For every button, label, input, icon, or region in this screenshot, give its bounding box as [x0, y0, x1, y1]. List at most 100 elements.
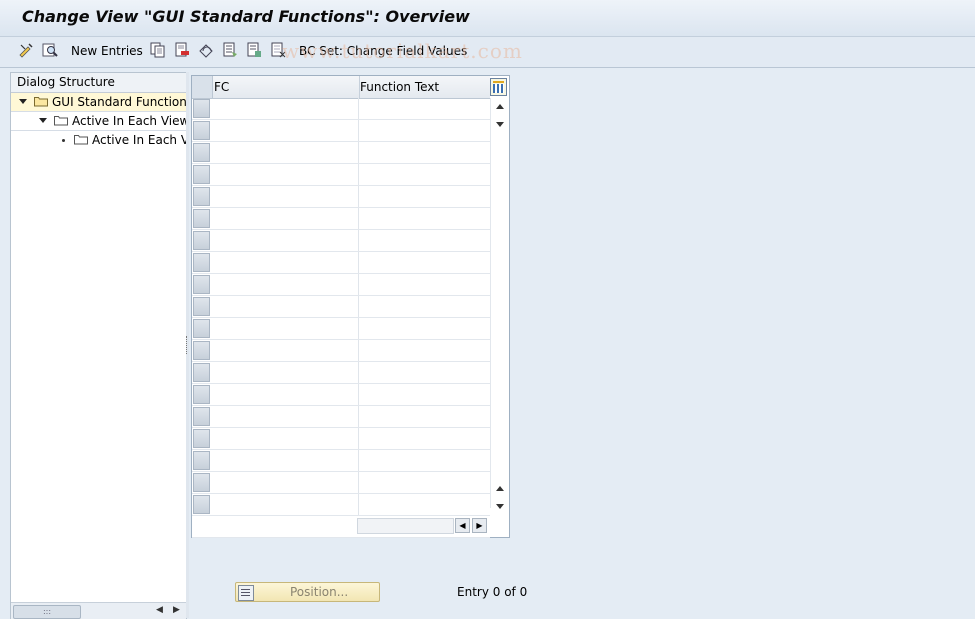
vertical-scrollbar[interactable] — [490, 98, 509, 509]
undo-change-icon[interactable] — [198, 42, 214, 58]
select-all-rows-button[interactable] — [192, 76, 213, 98]
scroll-page-up-icon[interactable] — [496, 486, 504, 491]
table-row — [192, 98, 490, 120]
table-row — [192, 208, 490, 230]
tree-node-active-in-each-view[interactable]: Active In Each View — [11, 111, 186, 131]
cell-function-text[interactable] — [358, 318, 488, 339]
cell-fc[interactable] — [213, 318, 359, 339]
tree-node-gui-standard-functions[interactable]: GUI Standard Functions — [11, 93, 186, 111]
cell-function-text[interactable] — [358, 230, 488, 251]
row-selector[interactable] — [193, 407, 210, 426]
row-selector[interactable] — [193, 473, 210, 492]
row-selector[interactable] — [193, 363, 210, 382]
scroll-right-icon[interactable]: ▶ — [472, 518, 487, 533]
row-selector[interactable] — [193, 275, 210, 294]
row-selector[interactable] — [193, 231, 210, 250]
table-row — [192, 428, 490, 450]
row-selector[interactable] — [193, 341, 210, 360]
cell-function-text[interactable] — [358, 120, 488, 141]
horizontal-scroll-track[interactable] — [357, 518, 454, 534]
select-all-icon[interactable] — [222, 42, 238, 58]
delete-icon[interactable] — [174, 42, 190, 58]
cell-fc[interactable] — [213, 362, 359, 383]
cell-function-text[interactable] — [358, 450, 488, 471]
tree-node-active-in-each-vi[interactable]: Active In Each Vi — [11, 131, 186, 149]
row-selector[interactable] — [193, 187, 210, 206]
expand-triangle-icon[interactable] — [19, 99, 27, 104]
cell-function-text[interactable] — [358, 296, 488, 317]
row-selector[interactable] — [193, 429, 210, 448]
cell-fc[interactable] — [213, 186, 359, 207]
row-selector[interactable] — [193, 495, 210, 514]
cell-function-text[interactable] — [358, 164, 488, 185]
cell-fc[interactable] — [213, 142, 359, 163]
column-header-fc[interactable]: FC — [213, 76, 360, 98]
cell-fc[interactable] — [213, 120, 359, 141]
cell-fc[interactable] — [213, 428, 359, 449]
row-selector[interactable] — [193, 385, 210, 404]
leaf-bullet-icon — [62, 139, 65, 142]
scroll-right-icon[interactable]: ▶ — [173, 605, 180, 615]
row-selector[interactable] — [193, 253, 210, 272]
cell-function-text[interactable] — [358, 406, 488, 427]
cell-fc[interactable] — [213, 274, 359, 295]
scroll-page-down-icon[interactable] — [496, 122, 504, 127]
cell-function-text[interactable] — [358, 98, 488, 119]
copy-as-icon[interactable] — [150, 42, 166, 58]
cell-fc[interactable] — [213, 340, 359, 361]
cell-fc[interactable] — [213, 472, 359, 493]
scroll-up-icon[interactable] — [496, 104, 504, 109]
scroll-down-icon[interactable] — [496, 504, 504, 509]
cell-fc[interactable] — [213, 406, 359, 427]
table-row — [192, 384, 490, 406]
title-bar: Change View "GUI Standard Functions": Ov… — [0, 0, 975, 37]
row-selector[interactable] — [193, 121, 210, 140]
panel-splitter[interactable] — [186, 72, 189, 618]
table-row — [192, 230, 490, 252]
scroll-thumb[interactable]: ::: — [13, 605, 81, 619]
horizontal-scrollbar[interactable]: ::: ◀ ▶ — [11, 602, 186, 619]
display-change-icon[interactable] — [18, 42, 34, 58]
cell-fc[interactable] — [213, 230, 359, 251]
bc-set-change-field-values-button[interactable]: BC Set: Change Field Values — [299, 44, 467, 58]
column-header-function-text[interactable]: Function Text — [358, 76, 490, 98]
table-settings-icon[interactable] — [490, 78, 507, 96]
row-selector[interactable] — [193, 143, 210, 162]
cell-fc[interactable] — [213, 384, 359, 405]
expand-triangle-icon[interactable] — [39, 118, 47, 123]
cell-fc[interactable] — [213, 208, 359, 229]
cell-function-text[interactable] — [358, 274, 488, 295]
cell-function-text[interactable] — [358, 142, 488, 163]
cell-fc[interactable] — [213, 98, 359, 119]
cell-fc[interactable] — [213, 252, 359, 273]
cell-function-text[interactable] — [358, 208, 488, 229]
select-block-icon[interactable] — [246, 42, 262, 58]
row-selector[interactable] — [193, 451, 210, 470]
row-selector[interactable] — [193, 297, 210, 316]
deselect-all-icon[interactable] — [270, 42, 286, 58]
page-title: Change View "GUI Standard Functions": Ov… — [22, 7, 470, 26]
cell-function-text[interactable] — [358, 494, 488, 515]
row-selector[interactable] — [193, 165, 210, 184]
row-selector[interactable] — [193, 319, 210, 338]
cell-function-text[interactable] — [358, 186, 488, 207]
cell-function-text[interactable] — [358, 362, 488, 383]
table-row — [192, 252, 490, 274]
row-selector[interactable] — [193, 99, 210, 118]
row-selector[interactable] — [193, 209, 210, 228]
new-entries-button[interactable]: New Entries — [71, 44, 143, 58]
cell-function-text[interactable] — [358, 472, 488, 493]
cell-function-text[interactable] — [358, 428, 488, 449]
cell-fc[interactable] — [213, 494, 359, 515]
cell-function-text[interactable] — [358, 384, 488, 405]
scroll-left-icon[interactable]: ◀ — [156, 605, 163, 615]
scroll-left-icon[interactable]: ◀ — [455, 518, 470, 533]
cell-fc[interactable] — [213, 296, 359, 317]
details-icon[interactable] — [42, 42, 58, 58]
cell-fc[interactable] — [213, 450, 359, 471]
cell-fc[interactable] — [213, 164, 359, 185]
splitter-grip-icon[interactable] — [186, 336, 189, 354]
position-button[interactable]: Position... — [235, 582, 380, 602]
cell-function-text[interactable] — [358, 252, 488, 273]
cell-function-text[interactable] — [358, 340, 488, 361]
